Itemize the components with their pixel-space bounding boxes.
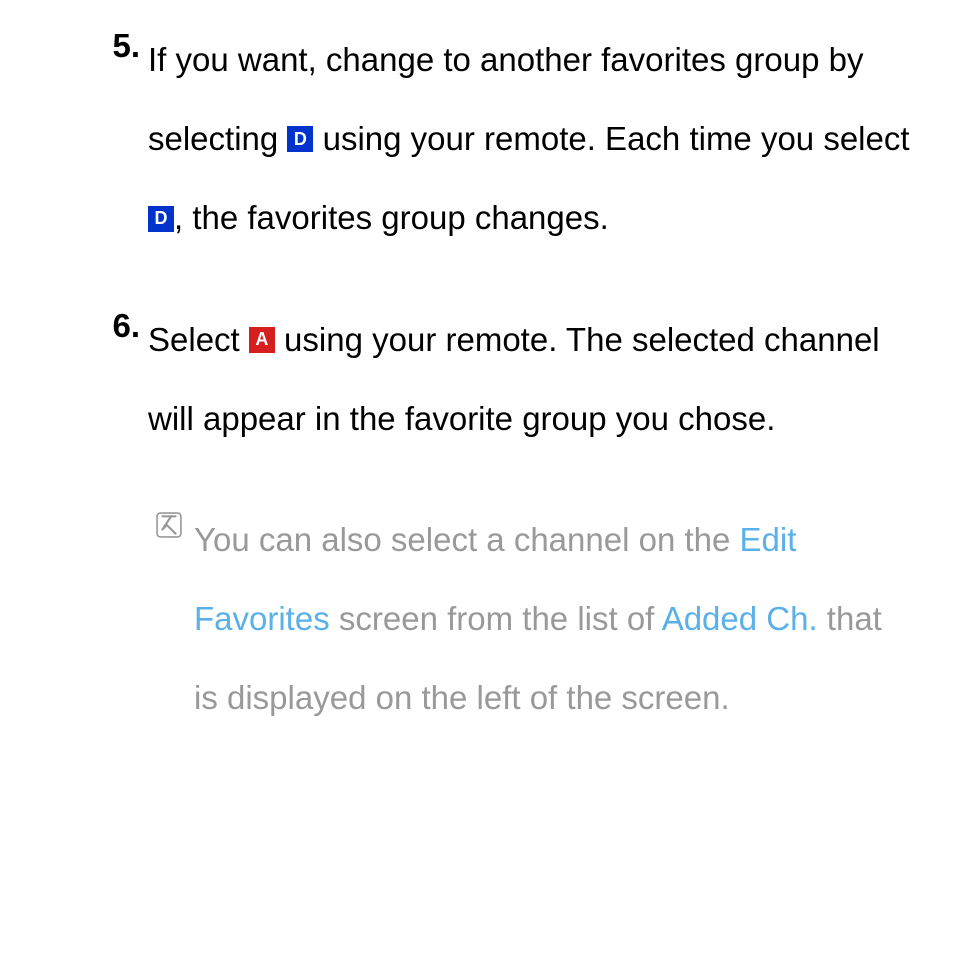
- step-6: 6. Select A using your remote. The selec…: [0, 300, 914, 458]
- step-5: 5. If you want, change to another favori…: [0, 20, 914, 258]
- text-segment: , the favorites group changes.: [174, 199, 609, 236]
- button-badge-d: D: [287, 126, 313, 152]
- step-content: Select A using your remote. The selected…: [148, 300, 914, 458]
- step-number: 6.: [100, 300, 148, 458]
- note-icon: [156, 512, 194, 542]
- text-segment: screen from the list of: [330, 600, 662, 637]
- text-segment: Select: [148, 321, 249, 358]
- text-segment: using your remote. Each time you select: [313, 120, 909, 157]
- link-text: Added Ch.: [662, 600, 818, 637]
- text-segment: You can also select a channel on the: [194, 521, 740, 558]
- step-content: If you want, change to another favorites…: [148, 20, 914, 258]
- button-badge-d: D: [148, 206, 174, 232]
- button-badge-a: A: [249, 327, 275, 353]
- step-number: 5.: [100, 20, 148, 258]
- note-content: You can also select a channel on the Edi…: [194, 500, 914, 738]
- note-block: You can also select a channel on the Edi…: [0, 500, 914, 738]
